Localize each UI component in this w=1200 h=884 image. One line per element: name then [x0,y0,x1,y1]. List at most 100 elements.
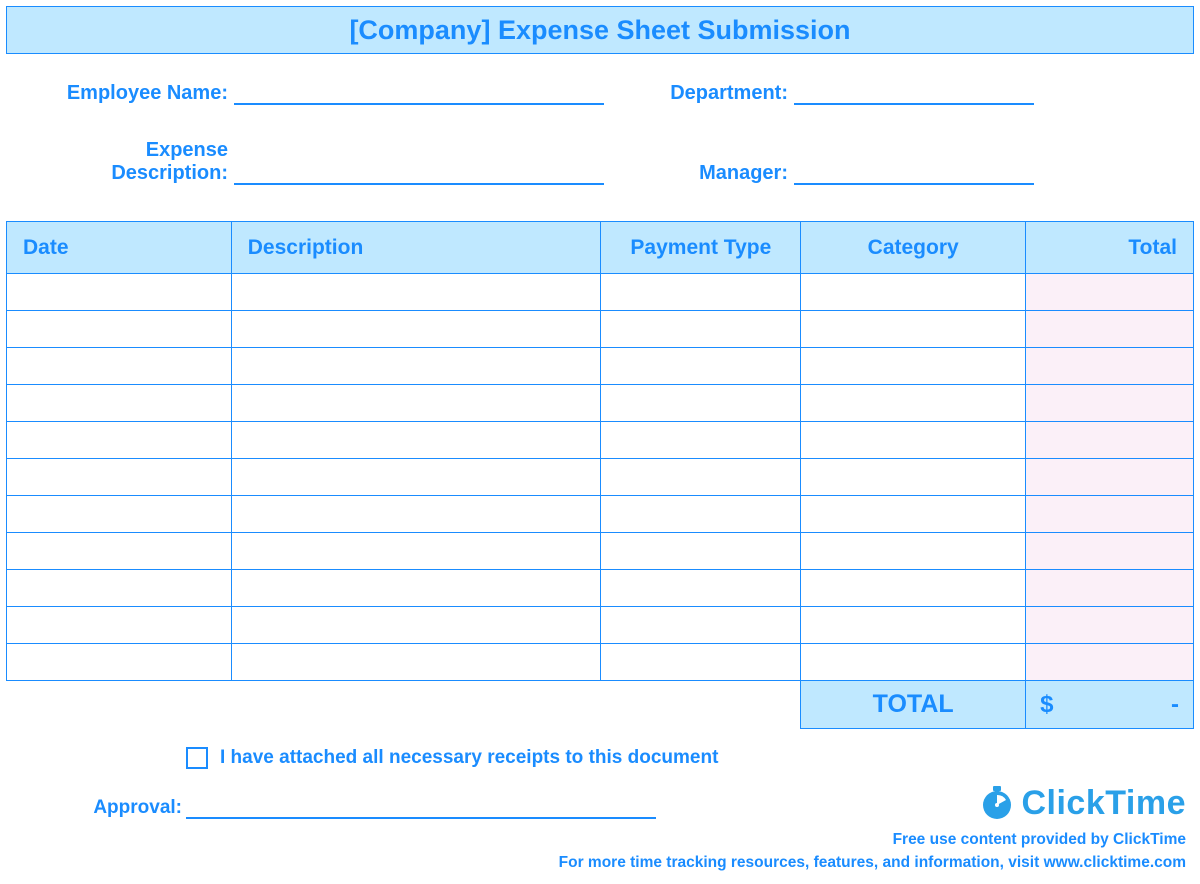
cell-description[interactable] [231,348,601,385]
cell-date[interactable] [7,385,232,422]
cell-total[interactable] [1026,348,1194,385]
cell-date[interactable] [7,459,232,496]
cell-payment_type[interactable] [601,274,801,311]
cell-payment_type[interactable] [601,644,801,681]
cell-category[interactable] [801,570,1026,607]
cell-category[interactable] [801,348,1026,385]
cell-date[interactable] [7,607,232,644]
cell-category[interactable] [801,459,1026,496]
cell-total[interactable] [1026,570,1194,607]
cell-payment_type[interactable] [601,348,801,385]
footer-line-1: Free use content provided by ClickTime [559,829,1186,851]
department-field: Department: [664,82,1034,105]
cell-total[interactable] [1026,422,1194,459]
col-total: Total [1026,222,1194,274]
cell-payment_type[interactable] [601,459,801,496]
cell-payment_type[interactable] [601,533,801,570]
col-category: Category [801,222,1026,274]
table-row [7,607,1194,644]
manager-input[interactable] [794,163,1034,185]
cell-description[interactable] [231,422,601,459]
col-description: Description [231,222,601,274]
cell-total[interactable] [1026,533,1194,570]
cell-description[interactable] [231,459,601,496]
cell-total[interactable] [1026,311,1194,348]
table-row [7,533,1194,570]
cell-total[interactable] [1026,459,1194,496]
manager-label: Manager: [664,162,794,185]
cell-payment_type[interactable] [601,311,801,348]
cell-total[interactable] [1026,385,1194,422]
footer-line-2: For more time tracking resources, featur… [559,852,1186,874]
cell-total[interactable] [1026,274,1194,311]
grand-total-label: TOTAL [801,681,1026,729]
cell-description[interactable] [231,385,601,422]
info-section: Employee Name: Department: Expense Descr… [6,54,1194,221]
cell-payment_type[interactable] [601,570,801,607]
cell-payment_type[interactable] [601,496,801,533]
cell-date[interactable] [7,533,232,570]
cell-total[interactable] [1026,496,1194,533]
cell-payment_type[interactable] [601,422,801,459]
brand-logo: ClickTime [559,783,1186,823]
cell-description[interactable] [231,644,601,681]
employee-name-label: Employee Name: [64,82,234,105]
brand-name: ClickTime [1021,784,1186,823]
cell-category[interactable] [801,422,1026,459]
cell-category[interactable] [801,496,1026,533]
cell-payment_type[interactable] [601,385,801,422]
cell-date[interactable] [7,422,232,459]
table-row [7,311,1194,348]
grand-total-amount: $ - [1026,681,1194,729]
table-row [7,274,1194,311]
col-date: Date [7,222,232,274]
cell-category[interactable] [801,385,1026,422]
table-row [7,459,1194,496]
table-row [7,348,1194,385]
cell-date[interactable] [7,311,232,348]
cell-description[interactable] [231,607,601,644]
cell-date[interactable] [7,570,232,607]
cell-date[interactable] [7,348,232,385]
table-row [7,496,1194,533]
expense-description-field: Expense Description: [64,139,604,185]
employee-name-field: Employee Name: [64,82,604,105]
manager-field: Manager: [664,139,1034,185]
col-payment-type: Payment Type [601,222,801,274]
approval-label: Approval: [86,797,186,819]
receipts-checkbox-label: I have attached all necessary receipts t… [220,747,718,769]
cell-category[interactable] [801,644,1026,681]
employee-name-input[interactable] [234,83,604,105]
grand-total-currency: $ [1040,691,1053,719]
expense-description-label: Expense Description: [64,139,234,185]
cell-category[interactable] [801,533,1026,570]
cell-category[interactable] [801,311,1026,348]
cell-date[interactable] [7,496,232,533]
table-row [7,570,1194,607]
expense-description-input[interactable] [234,163,604,185]
cell-total[interactable] [1026,607,1194,644]
cell-payment_type[interactable] [601,607,801,644]
cell-date[interactable] [7,644,232,681]
cell-description[interactable] [231,533,601,570]
cell-category[interactable] [801,274,1026,311]
receipts-confirmation: I have attached all necessary receipts t… [186,747,1194,769]
cell-total[interactable] [1026,644,1194,681]
table-row [7,385,1194,422]
cell-description[interactable] [231,496,601,533]
department-input[interactable] [794,83,1034,105]
table-row [7,422,1194,459]
page-title: [Company] Expense Sheet Submission [6,6,1194,54]
receipts-checkbox[interactable] [186,747,208,769]
cell-description[interactable] [231,570,601,607]
cell-description[interactable] [231,274,601,311]
grand-total-value: - [1171,691,1179,719]
stopwatch-icon [977,783,1017,823]
cell-description[interactable] [231,311,601,348]
department-label: Department: [664,82,794,105]
table-row [7,644,1194,681]
expense-table: Date Description Payment Type Category T… [6,221,1194,729]
cell-date[interactable] [7,274,232,311]
cell-category[interactable] [801,607,1026,644]
footer: ClickTime Free use content provided by C… [559,783,1186,874]
